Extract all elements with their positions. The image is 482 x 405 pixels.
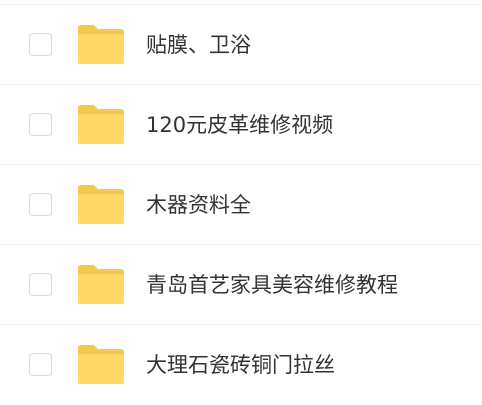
list-item[interactable]: 120元皮革维修视频 — [0, 85, 482, 165]
item-checkbox[interactable] — [29, 273, 52, 296]
list-item[interactable]: 青岛首艺家具美容维修教程 — [0, 245, 482, 325]
folder-name[interactable]: 大理石瓷砖铜门拉丝 — [146, 351, 335, 379]
item-checkbox[interactable] — [29, 193, 52, 216]
list-item[interactable]: 木器资料全 — [0, 165, 482, 245]
folder-name[interactable]: 木器资料全 — [146, 191, 251, 219]
item-checkbox[interactable] — [29, 33, 52, 56]
folder-name[interactable]: 青岛首艺家具美容维修教程 — [146, 271, 398, 299]
folder-name[interactable]: 120元皮革维修视频 — [146, 111, 333, 139]
folder-icon[interactable] — [78, 265, 124, 304]
folder-icon[interactable] — [78, 345, 124, 384]
list-item[interactable]: 大理石瓷砖铜门拉丝 — [0, 325, 482, 405]
folder-name[interactable]: 贴膜、卫浴 — [146, 31, 251, 59]
folder-icon[interactable] — [78, 185, 124, 224]
list-item[interactable]: 贴膜、卫浴 — [0, 5, 482, 85]
folder-icon[interactable] — [78, 25, 124, 64]
item-checkbox[interactable] — [29, 353, 52, 376]
folder-icon[interactable] — [78, 105, 124, 144]
item-checkbox[interactable] — [29, 113, 52, 136]
